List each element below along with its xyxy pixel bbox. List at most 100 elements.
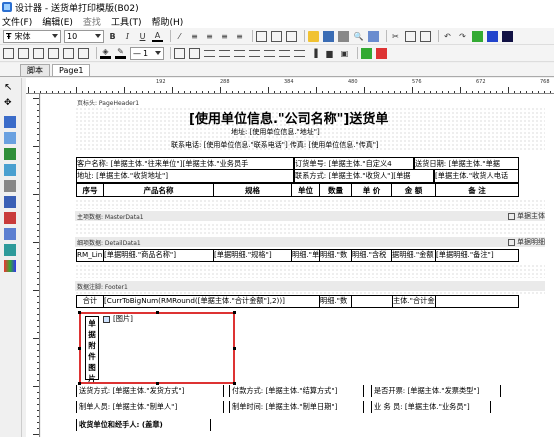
picture-tool-icon[interactable]: [4, 132, 16, 144]
band-page-header[interactable]: 页标头: PageHeader1: [75, 97, 175, 107]
barcode-tool-icon[interactable]: [4, 196, 16, 208]
same-size-icon[interactable]: ▣: [339, 48, 350, 59]
cell-unit-price[interactable]: 明细."含税: [352, 249, 392, 261]
space-h-icon[interactable]: [294, 49, 305, 57]
undo-icon[interactable]: ↶: [442, 31, 453, 42]
italic-icon[interactable]: I: [122, 31, 133, 42]
fit-grid-icon[interactable]: [189, 47, 200, 59]
col-unit-price[interactable]: 单 价: [352, 184, 392, 197]
richtext-tool-icon[interactable]: [4, 244, 16, 256]
cell-spec[interactable]: [单据明细."规格"]: [214, 249, 292, 261]
total-label[interactable]: 合计: [77, 295, 104, 307]
underline-icon[interactable]: U: [137, 31, 148, 42]
subreport-tool-icon[interactable]: [4, 148, 16, 160]
frame-top-icon[interactable]: [33, 47, 44, 59]
frame-all-icon[interactable]: [3, 47, 14, 59]
align-tops-icon[interactable]: [234, 49, 245, 57]
same-height-icon[interactable]: ▆: [324, 48, 335, 59]
bold-icon[interactable]: B: [107, 31, 118, 42]
highlight-icon[interactable]: ⁄: [174, 31, 185, 42]
delivery-method-field[interactable]: 送货方式: [单据主体."发货方式"]: [76, 385, 224, 397]
receiver-phone-field[interactable]: [单据主体."收货人电话: [434, 169, 519, 183]
picture-field[interactable]: [图片]: [113, 313, 133, 325]
align-bottoms-icon[interactable]: [249, 49, 260, 57]
total-quantity[interactable]: 明细."数: [320, 295, 352, 307]
center-h-icon[interactable]: [264, 49, 275, 57]
col-spec[interactable]: 规格: [214, 184, 292, 197]
memo-tool-icon[interactable]: [4, 116, 16, 128]
print-icon[interactable]: [338, 30, 349, 42]
ungroup-icon[interactable]: [487, 30, 498, 42]
hand-icon[interactable]: ✥: [4, 98, 16, 110]
band-master-data[interactable]: 主项数据: MasterData1 单据主体: [75, 211, 545, 221]
cell-product-name[interactable]: [单据明细."商品名称"]: [104, 249, 214, 261]
invoice-type-field[interactable]: 是否开票: [单据主体."发票类型"]: [371, 385, 501, 397]
menu-edit[interactable]: 编辑(E): [42, 15, 73, 28]
tab-script[interactable]: 脚本: [20, 64, 50, 76]
col-remark[interactable]: 备 注: [436, 184, 518, 197]
resize-handle[interactable]: [78, 347, 81, 350]
align-center-icon[interactable]: ≡: [204, 31, 215, 42]
cell-line-no[interactable]: RM_Lin: [77, 249, 104, 261]
attachment-vertical-label[interactable]: 单 据 附 件 图 片: [86, 318, 98, 384]
line-width-select[interactable]: — 1: [130, 46, 164, 60]
chart-tool-icon[interactable]: [4, 228, 16, 240]
col-unit[interactable]: 单位: [292, 184, 320, 197]
frame-right-icon[interactable]: [48, 47, 59, 59]
cell-amount[interactable]: 据明细."金额: [392, 249, 436, 261]
frame-left-icon[interactable]: [18, 47, 29, 59]
col-quantity[interactable]: 数量: [320, 184, 352, 197]
bring-front-icon[interactable]: [502, 30, 513, 42]
preview-icon[interactable]: 🔍: [353, 31, 364, 42]
company-address[interactable]: 地址: [使用单位信息."地址"]: [231, 127, 320, 137]
report-canvas[interactable]: 页标头: PageHeader1 [使用单位信息."公司名称"]送货单 地址: …: [41, 94, 554, 437]
font-name-select[interactable]: Ŧ 宋体: [3, 29, 61, 43]
save-icon[interactable]: [323, 30, 334, 42]
payment-method-field[interactable]: 付款方式: [单据主体."结算方式"]: [229, 385, 364, 397]
create-time-field[interactable]: 制单时间: [单据主体."制单日期"]: [229, 401, 364, 413]
menu-file[interactable]: 文件(F): [2, 15, 32, 28]
band-detail-data[interactable]: 细项数据: DetailData1 单据明细: [75, 237, 545, 247]
font-color-icon[interactable]: A: [152, 31, 163, 42]
valign-middle-icon[interactable]: [271, 30, 282, 42]
total-amount-uppercase[interactable]: [CurrToBigNum(RMRound([单据主体."合计金额"],2))]: [104, 295, 320, 307]
checkbox-tool-icon[interactable]: [4, 260, 16, 272]
font-size-select[interactable]: 10: [64, 29, 104, 43]
redo-icon[interactable]: ↷: [457, 31, 468, 42]
align-left-icon[interactable]: ≡: [189, 31, 200, 42]
col-product-name[interactable]: 产品名称: [104, 184, 214, 197]
salesperson-field[interactable]: 业 务 员: [单据主体."业务员"]: [371, 401, 491, 413]
resize-handle[interactable]: [156, 311, 159, 314]
align-rights-icon[interactable]: [219, 49, 230, 57]
insert-band-icon[interactable]: [361, 47, 372, 59]
col-amount[interactable]: 金 额: [392, 184, 436, 197]
copy-icon[interactable]: [405, 30, 416, 42]
signature-field[interactable]: 收货单位和经手人: (盖章): [76, 419, 211, 431]
paste-icon[interactable]: [420, 30, 431, 42]
cell-unit[interactable]: 明细."单: [292, 249, 320, 261]
resize-handle[interactable]: [233, 347, 236, 350]
menu-find[interactable]: 查找: [83, 15, 101, 28]
valign-top-icon[interactable]: [256, 30, 267, 42]
pointer-icon[interactable]: ↖: [4, 82, 16, 94]
valign-bottom-icon[interactable]: [286, 30, 297, 42]
line-tool-icon[interactable]: [4, 164, 16, 176]
cell-remark[interactable]: [单据明细."备注"]: [436, 249, 518, 261]
total-amount[interactable]: 主体."合计金: [392, 295, 436, 307]
menu-tools[interactable]: 工具(T): [111, 15, 142, 28]
line-color-icon[interactable]: ✎: [115, 47, 126, 59]
open-icon[interactable]: [308, 30, 319, 42]
delivery-address-field[interactable]: 地址: [单据主体."收货地址"]: [76, 169, 294, 183]
align-grid-icon[interactable]: [174, 47, 185, 59]
report-title[interactable]: [使用单位信息."公司名称"]送货单: [189, 108, 388, 127]
company-contact[interactable]: 联系电话: [使用单位信息."联系电话"] 传真: [使用单位信息."传真"]: [171, 140, 379, 150]
creator-field[interactable]: 制单人员: [单据主体."制单人"]: [76, 401, 224, 413]
band-footer[interactable]: 数据注脚: Footer1: [75, 281, 545, 291]
shape-tool-icon[interactable]: [4, 212, 16, 224]
cut-icon[interactable]: ✂: [390, 31, 401, 42]
resize-handle[interactable]: [78, 311, 81, 314]
delete-band-icon[interactable]: [376, 47, 387, 59]
cell-quantity[interactable]: 明细."数: [320, 249, 352, 261]
menu-help[interactable]: 帮助(H): [151, 15, 183, 28]
col-index[interactable]: 序号: [77, 184, 104, 197]
